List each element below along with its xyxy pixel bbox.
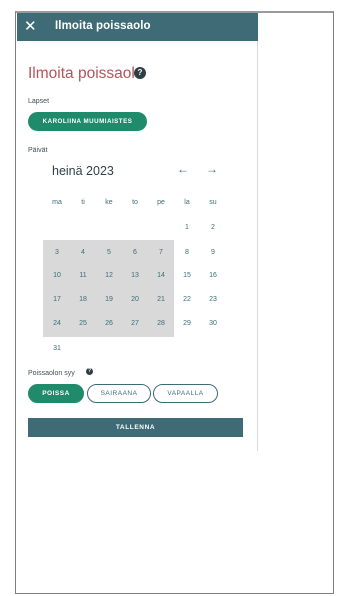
save-button[interactable]: TALLENNA [28,418,243,437]
calendar-day[interactable]: 27 [122,312,148,336]
calendar-day[interactable]: 15 [174,264,200,288]
calendar-day[interactable]: 31 [44,337,70,361]
top-bar: ✕ Ilmoita poissaolo [17,13,258,41]
calendar-day[interactable]: 8 [174,241,200,265]
calendar-day[interactable]: 28 [148,312,174,336]
weekday-label: ti [81,199,85,206]
reason-poissa-button[interactable]: POISSA [28,384,84,403]
close-icon[interactable]: ✕ [24,16,38,38]
page-title: Ilmoita poissaolo [28,65,144,82]
calendar-day[interactable]: 21 [148,288,174,312]
calendar-day[interactable]: 5 [96,241,122,265]
weekday-label: pe [157,199,165,206]
calendar-day[interactable]: 22 [174,288,200,312]
calendar-day[interactable]: 9 [200,241,226,265]
weekday-label: la [184,199,190,206]
absence-reason-label: Poissaolon syy [28,370,75,377]
child-chip[interactable]: KAROLIINA MUUMIAISTES [28,112,147,131]
calendar-month: heinä 2023 [52,164,114,178]
weekday-label: ke [105,199,113,206]
calendar-day[interactable]: 16 [200,264,226,288]
calendar-day[interactable]: 4 [70,241,96,265]
calendar-day[interactable]: 6 [122,241,148,265]
help-icon[interactable]: ? [134,67,146,79]
calendar-day[interactable]: 17 [44,288,70,312]
calendar-day[interactable]: 29 [174,312,200,336]
calendar-day[interactable]: 20 [122,288,148,312]
calendar-day[interactable]: 23 [200,288,226,312]
top-bar-title: Ilmoita poissaolo [55,20,151,32]
reason-sairaana-button[interactable]: SAIRAANA [87,384,151,403]
calendar-day[interactable]: 18 [70,288,96,312]
weekday-label: to [132,199,138,206]
calendar-day[interactable]: 25 [70,312,96,336]
absence-help-icon[interactable]: ? [86,368,93,375]
calendar-day[interactable]: 10 [44,264,70,288]
calendar-day[interactable]: 3 [44,241,70,265]
calendar-day[interactable]: 19 [96,288,122,312]
calendar-day[interactable]: 2 [200,216,226,240]
next-month-button[interactable]: → [205,162,219,176]
calendar-day[interactable]: 14 [148,264,174,288]
calendar-day[interactable]: 11 [70,264,96,288]
calendar-day[interactable]: 12 [96,264,122,288]
calendar-day[interactable]: 26 [96,312,122,336]
calendar-day[interactable]: 1 [174,216,200,240]
reason-vapaalla-button[interactable]: VAPAALLA [153,384,218,403]
calendar-day[interactable]: 7 [148,241,174,265]
children-label: Lapset [28,98,50,105]
weekday-label: su [209,199,217,206]
days-label: Päivät [28,147,48,154]
calendar-day[interactable]: 24 [44,312,70,336]
weekday-label: ma [52,199,62,206]
calendar-day[interactable]: 13 [122,264,148,288]
calendar-day[interactable]: 30 [200,312,226,336]
prev-month-button[interactable]: ← [176,162,190,176]
